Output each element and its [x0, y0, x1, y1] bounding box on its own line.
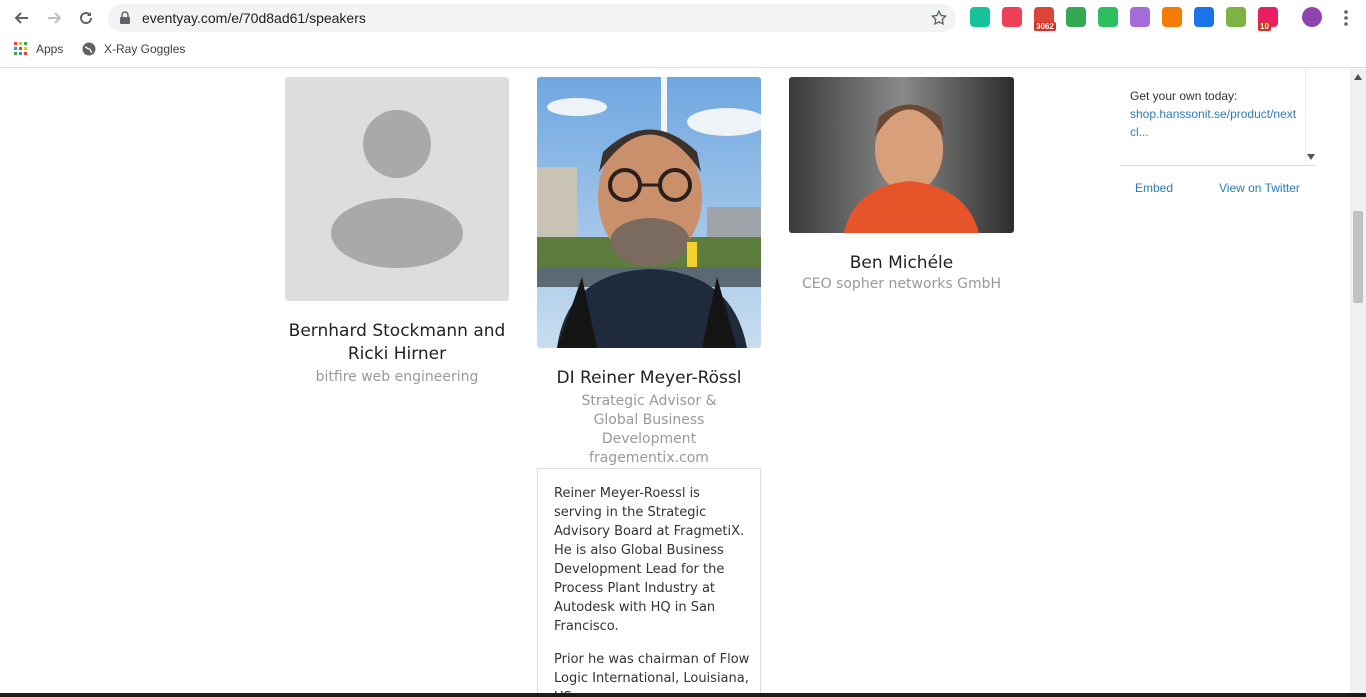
bookmarks-bar: Apps X-Ray Goggles — [0, 38, 1366, 64]
bio-paragraph: Reiner Meyer-Roessl is serving in the St… — [554, 486, 745, 634]
extension-badge: 10 — [1258, 22, 1271, 31]
speaker-role: bitfire web engineering — [315, 369, 479, 385]
reload-icon — [80, 12, 93, 25]
speaker-photo-image — [537, 77, 761, 348]
twitter-timeline-widget: Get your own today: shop.hanssonit.se/pr… — [1120, 69, 1315, 167]
menu-button[interactable] — [1334, 6, 1358, 30]
speaker-role: Strategic Advisor & Global Business Deve… — [581, 393, 717, 466]
pocket-icon[interactable] — [1002, 7, 1022, 27]
scroll-down-icon — [1307, 154, 1315, 160]
scroll-up-icon[interactable] — [1354, 74, 1362, 80]
speaker-card[interactable]: Ben Michéle CEO sopher networks GmbH — [789, 77, 1014, 294]
url-text[interactable]: eventyay.com/e/70d8ad61/speakers — [142, 10, 366, 26]
globe-icon — [82, 42, 96, 56]
check-icon[interactable] — [1194, 7, 1214, 27]
speaker-name: Bernhard Stockmann and Ricki Hirner — [288, 321, 506, 364]
speaker-role: CEO sopher networks GmbH — [801, 276, 1002, 292]
extension-purple-icon[interactable] — [1130, 7, 1150, 27]
drive-icon[interactable] — [1066, 7, 1086, 27]
reload-button[interactable] — [74, 6, 98, 30]
forward-button[interactable] — [42, 6, 66, 30]
speaker-photo — [537, 77, 761, 348]
speaker-name: Ben Michéle — [849, 253, 954, 273]
bookmark-apps[interactable]: Apps — [14, 42, 63, 56]
forward-arrow-icon — [48, 12, 62, 24]
user-placeholder-icon — [331, 110, 463, 268]
back-arrow-icon — [14, 12, 28, 24]
address-bar[interactable]: eventyay.com/e/70d8ad61/speakers — [108, 4, 956, 32]
speaker-bio: Reiner Meyer-Roessl is serving in the St… — [537, 468, 761, 693]
browser-chrome: eventyay.com/e/70d8ad61/speakers 3062 10 … — [0, 0, 1366, 68]
bookmark-xray-goggles[interactable]: X-Ray Goggles — [82, 42, 185, 56]
widget-divider — [1120, 165, 1315, 166]
bookmark-label: Apps — [36, 42, 64, 56]
view-on-twitter-link[interactable]: View on Twitter — [1219, 181, 1300, 195]
taskbar-edge — [0, 693, 1366, 697]
tweet-text: Get your own today: shop.hanssonit.se/pr… — [1130, 89, 1297, 139]
widget-scrollbar[interactable] — [1305, 69, 1315, 165]
extension-badge: 3062 — [1034, 22, 1056, 31]
extension-pink-icon[interactable]: 10 — [1258, 7, 1278, 31]
chart-icon[interactable] — [1162, 7, 1182, 27]
speakers-page: Bernhard Stockmann and Ricki Hirner bitf… — [0, 69, 1350, 693]
speaker-avatar-placeholder — [285, 77, 509, 301]
evernote-icon[interactable] — [1098, 7, 1118, 27]
more-vertical-icon — [1344, 10, 1348, 26]
speaker-card[interactable]: DI Reiner Meyer-Rössl Strategic Advisor … — [537, 77, 761, 468]
page-scrollbar[interactable] — [1350, 69, 1366, 693]
apps-grid-icon — [14, 42, 27, 55]
embed-link[interactable]: Embed — [1135, 181, 1173, 195]
bio-paragraph: Prior he was chairman of Flow Logic Inte… — [554, 652, 750, 693]
bookmark-label: X-Ray Goggles — [104, 42, 186, 56]
speaker-photo — [789, 77, 1014, 233]
extension-green-icon[interactable] — [1226, 7, 1246, 27]
bookmark-star-icon[interactable] — [930, 9, 948, 27]
tweet-link[interactable]: shop.hanssonit.se/product/nextcl... — [1130, 107, 1296, 139]
speaker-photo-image — [789, 77, 1014, 233]
speaker-name: DI Reiner Meyer-Rössl — [556, 368, 742, 388]
grammarly-icon[interactable] — [970, 7, 990, 27]
lock-icon — [120, 11, 130, 24]
profile-avatar-icon[interactable] — [1302, 7, 1322, 27]
speaker-card[interactable]: Bernhard Stockmann and Ricki Hirner bitf… — [285, 77, 509, 387]
gmail-icon[interactable]: 3062 — [1034, 7, 1056, 31]
back-button[interactable] — [10, 6, 34, 30]
scrollbar-thumb[interactable] — [1353, 211, 1363, 303]
